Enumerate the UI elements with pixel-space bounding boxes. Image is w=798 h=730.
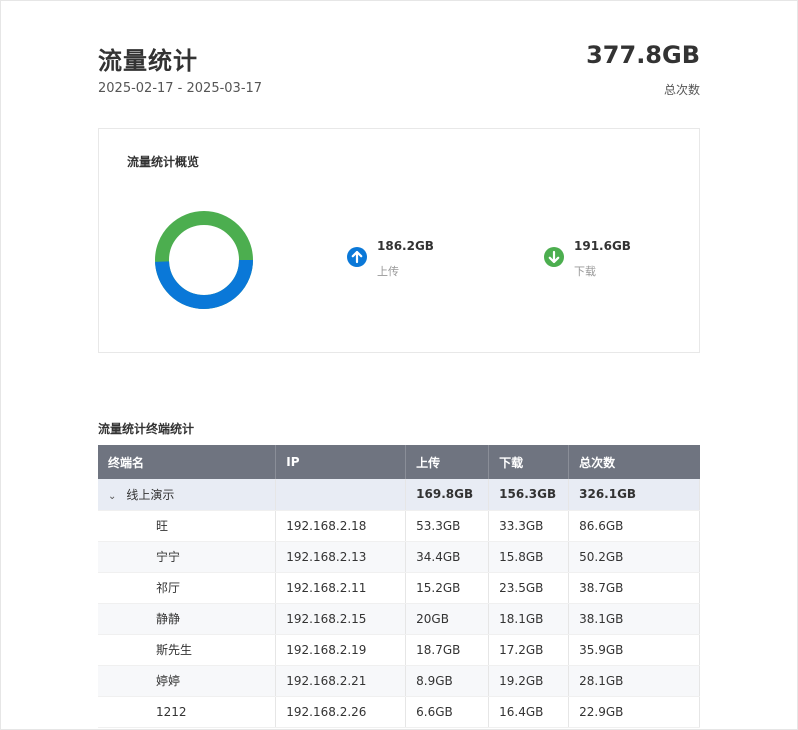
ip-cell: 192.168.2.15	[275, 603, 407, 635]
terminal-name-cell: 婷婷	[98, 665, 277, 697]
download-cell: 19.2GB	[488, 665, 570, 697]
table-row[interactable]: 宁宁 192.168.2.13 34.4GB 15.8GB 50.2GB	[98, 541, 700, 573]
group-total: 326.1GB	[568, 479, 700, 511]
ip-cell: 192.168.2.18	[275, 510, 407, 542]
terminal-name-cell: 旺	[98, 510, 277, 542]
download-cell: 16.4GB	[488, 696, 570, 728]
table-row[interactable]: 静静 192.168.2.15 20GB 18.1GB 38.1GB	[98, 603, 700, 635]
table-header-row: 终端名 IP 上传 下载 总次数	[98, 445, 700, 479]
download-cell: 18.1GB	[488, 603, 570, 635]
col-download[interactable]: 下载	[488, 445, 570, 479]
upload-cell: 6.6GB	[405, 696, 490, 728]
group-name: 线上演示	[126, 487, 175, 502]
ip-cell: 192.168.2.19	[275, 634, 407, 666]
col-ip[interactable]: IP	[275, 445, 407, 479]
total-cell: 86.6GB	[568, 510, 700, 542]
total-cell: 38.1GB	[568, 603, 700, 635]
page-title: 流量统计	[98, 47, 198, 75]
terminal-section-title: 流量统计终端统计	[98, 422, 195, 436]
download-cell: 15.8GB	[488, 541, 570, 573]
group-upload: 169.8GB	[405, 479, 490, 511]
terminal-name-cell: 1212	[98, 696, 277, 728]
page-header: 流量统计 2025-02-17 - 2025-03-17 377.8GB 总次数	[98, 1, 700, 101]
table-row[interactable]: 旺 192.168.2.18 53.3GB 33.3GB 86.6GB	[98, 510, 700, 542]
table-row[interactable]: 祁厅 192.168.2.11 15.2GB 23.5GB 38.7GB	[98, 572, 700, 604]
total-cell: 22.9GB	[568, 696, 700, 728]
download-cell: 17.2GB	[488, 634, 570, 666]
traffic-stats-page: 流量统计 2025-02-17 - 2025-03-17 377.8GB 总次数…	[98, 1, 700, 728]
traffic-donut-chart	[155, 211, 253, 309]
terminal-table: 终端名 IP 上传 下载 总次数 ⌄ 线上演示 169.8GB 156.3GB 3…	[98, 445, 700, 728]
total-cell: 35.9GB	[568, 634, 700, 666]
terminal-name-cell: 祁厅	[98, 572, 277, 604]
upload-cell: 34.4GB	[405, 541, 490, 573]
table-row[interactable]: 斯先生 192.168.2.19 18.7GB 17.2GB 35.9GB	[98, 634, 700, 666]
arrow-down-icon	[544, 247, 564, 267]
terminal-name-cell: 宁宁	[98, 541, 277, 573]
download-cell: 33.3GB	[488, 510, 570, 542]
upload-cell: 20GB	[405, 603, 490, 635]
upload-value: 186.2GB	[377, 239, 434, 253]
total-cell: 28.1GB	[568, 665, 700, 697]
upload-cell: 8.9GB	[405, 665, 490, 697]
group-download: 156.3GB	[488, 479, 570, 511]
date-range: 2025-02-17 - 2025-03-17	[98, 81, 263, 96]
arrow-up-icon	[347, 247, 367, 267]
upload-cell: 15.2GB	[405, 572, 490, 604]
ip-cell: 192.168.2.26	[275, 696, 407, 728]
chevron-down-icon[interactable]: ⌄	[108, 491, 116, 502]
upload-cell: 18.7GB	[405, 634, 490, 666]
ip-cell: 192.168.2.11	[275, 572, 407, 604]
ip-cell: 192.168.2.21	[275, 665, 407, 697]
group-name-cell[interactable]: ⌄ 线上演示	[98, 479, 277, 511]
terminal-name-cell: 静静	[98, 603, 277, 635]
download-label: 下载	[574, 265, 596, 278]
terminal-name-cell: 斯先生	[98, 634, 277, 666]
total-value: 377.8GB	[586, 41, 700, 69]
download-cell: 23.5GB	[488, 572, 570, 604]
download-value: 191.6GB	[574, 239, 631, 253]
col-total[interactable]: 总次数	[568, 445, 700, 479]
overview-card: 流量统计概览 186.2GB 上传 191.6GB 下载	[98, 128, 700, 353]
overview-title: 流量统计概览	[127, 155, 200, 169]
total-cell: 50.2GB	[568, 541, 700, 573]
table-row[interactable]: 婷婷 192.168.2.21 8.9GB 19.2GB 28.1GB	[98, 665, 700, 697]
ip-cell: 192.168.2.13	[275, 541, 407, 573]
total-cell: 38.7GB	[568, 572, 700, 604]
group-row[interactable]: ⌄ 线上演示 169.8GB 156.3GB 326.1GB	[98, 479, 700, 511]
group-ip	[275, 479, 407, 511]
col-terminal-name[interactable]: 终端名	[98, 445, 277, 479]
upload-cell: 53.3GB	[405, 510, 490, 542]
total-label: 总次数	[663, 83, 700, 97]
upload-label: 上传	[377, 265, 399, 278]
table-row[interactable]: 1212 192.168.2.26 6.6GB 16.4GB 22.9GB	[98, 696, 700, 728]
col-upload[interactable]: 上传	[405, 445, 490, 479]
